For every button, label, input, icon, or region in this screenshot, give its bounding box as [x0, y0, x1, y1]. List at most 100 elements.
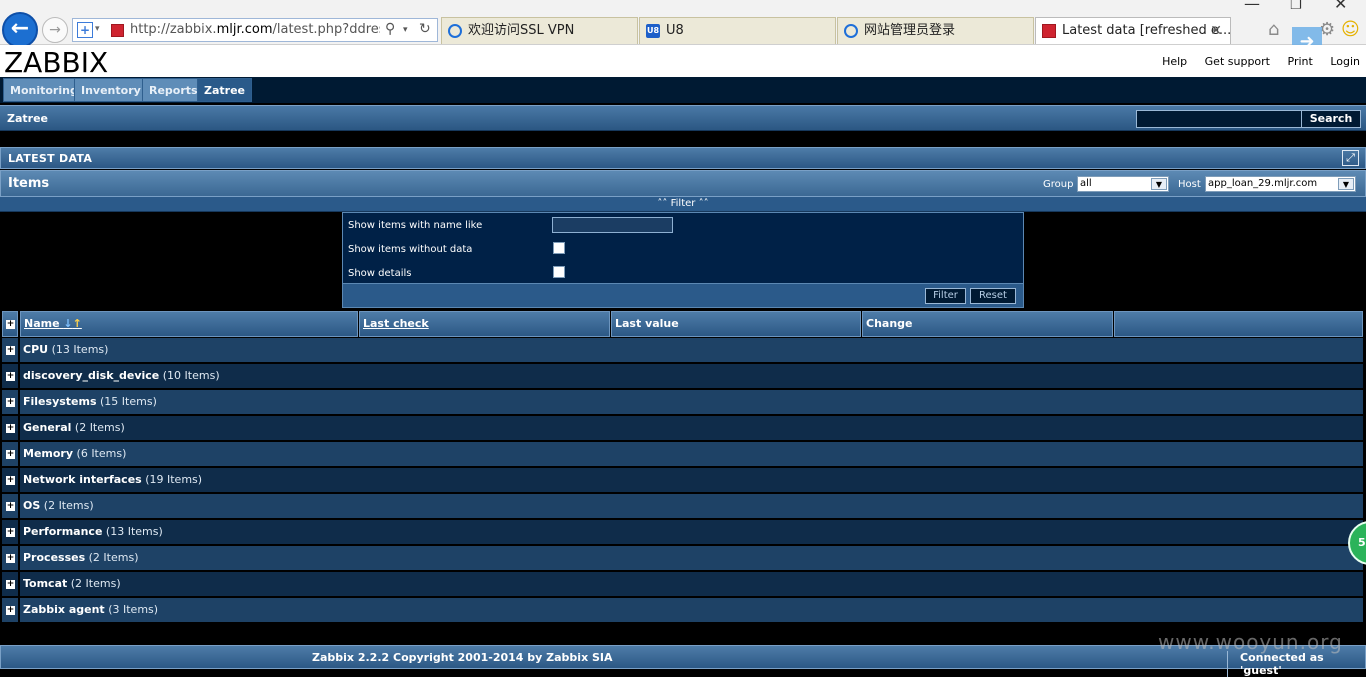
row-expand-cell[interactable]: + — [2, 338, 18, 362]
login-link[interactable]: Login — [1330, 55, 1360, 68]
column-name[interactable]: Name ↓↑ — [20, 311, 358, 337]
filter-toggle-label: Filter — [670, 198, 696, 209]
group-select[interactable]: all ▼ — [1077, 176, 1169, 192]
reset-button[interactable]: Reset — [970, 288, 1016, 304]
table-row: + CPU (13 Items) — [0, 338, 1366, 362]
sort-asc-icon: ↓↑ — [63, 317, 82, 330]
forward-arrow-icon[interactable]: → — [42, 17, 68, 43]
row-name-cell: Filesystems (15 Items) — [20, 390, 1363, 414]
minimize-icon[interactable]: — — [1244, 0, 1260, 13]
home-icon[interactable]: ⌂ — [1268, 19, 1279, 40]
chevron-down-icon[interactable]: ▼ — [1151, 178, 1167, 190]
zabbix-logo[interactable]: ZABBIX — [4, 46, 108, 79]
plus-icon[interactable]: + — [6, 450, 15, 459]
chevron-down-icon[interactable]: ▾ — [95, 24, 100, 34]
ie-icon — [448, 24, 462, 38]
row-expand-cell[interactable]: + — [2, 520, 18, 544]
tab-latest-data[interactable]: Latest data [refreshed e... ✕ — [1035, 17, 1231, 44]
app-name: Filesystems — [23, 395, 97, 408]
u8-icon: U8 — [646, 24, 660, 38]
filter-button[interactable]: Filter — [925, 288, 966, 304]
filter-toggle[interactable]: ˄˄ Filter ˄˄ — [0, 197, 1366, 212]
help-link[interactable]: Help — [1162, 55, 1187, 68]
row-name-cell: OS (2 Items) — [20, 494, 1363, 518]
search-icon[interactable]: ⚲ — [385, 21, 395, 37]
app-name: Memory — [23, 447, 74, 460]
menu-zatree[interactable]: Zatree — [197, 78, 253, 102]
plus-icon[interactable]: + — [6, 320, 15, 329]
submenu-zatree[interactable]: Zatree — [7, 112, 48, 125]
tab-label: U8 — [666, 23, 684, 38]
app-name: Network interfaces — [23, 473, 142, 486]
tab-u8[interactable]: U8 U8 — [639, 17, 836, 44]
row-expand-cell[interactable]: + — [2, 494, 18, 518]
row-expand-cell[interactable]: + — [2, 598, 18, 622]
menu-inventory[interactable]: Inventory — [74, 78, 148, 102]
row-expand-cell[interactable]: + — [2, 572, 18, 596]
back-arrow-icon[interactable]: ← — [2, 12, 38, 48]
shield-icon[interactable]: + — [77, 22, 93, 38]
address-bar[interactable]: + ▾ http://zabbix.mljr.com/latest.php?dd… — [72, 18, 438, 42]
latest-data-header: LATEST DATA ⤢ — [0, 147, 1366, 169]
plus-icon[interactable]: + — [6, 528, 15, 537]
show-details-checkbox[interactable] — [553, 266, 565, 278]
row-expand-cell[interactable]: + — [2, 442, 18, 466]
print-link[interactable]: Print — [1288, 55, 1313, 68]
app-name: Zabbix agent — [23, 603, 105, 616]
app-name: CPU — [23, 343, 49, 356]
menu-reports[interactable]: Reports — [142, 78, 205, 102]
row-name-cell: discovery_disk_device (10 Items) — [20, 364, 1363, 388]
filter-details-label: Show details — [348, 268, 412, 279]
fullscreen-icon[interactable]: ⤢ — [1342, 150, 1359, 166]
maximize-icon[interactable]: ❐ — [1290, 0, 1302, 13]
main-menu: Monitoring Inventory Reports Zatree — [0, 77, 1366, 103]
item-count: (2 Items) — [74, 421, 125, 434]
search-input[interactable] — [1136, 110, 1302, 128]
filter-form: Show items with name like Show items wit… — [342, 212, 1024, 308]
plus-icon[interactable]: + — [6, 346, 15, 355]
column-last-check[interactable]: Last check — [359, 311, 610, 337]
plus-icon[interactable]: + — [6, 580, 15, 589]
search-button[interactable]: Search — [1301, 110, 1361, 128]
table-row: + OS (2 Items) — [0, 494, 1366, 518]
close-icon[interactable]: ✕ — [1210, 18, 1222, 44]
row-name-cell: CPU (13 Items) — [20, 338, 1363, 362]
app-name: discovery_disk_device — [23, 369, 160, 382]
table-row: + Zabbix agent (3 Items) — [0, 598, 1366, 622]
menu-monitoring[interactable]: Monitoring — [3, 78, 85, 102]
plus-icon[interactable]: + — [6, 554, 15, 563]
row-name-cell: Processes (2 Items) — [20, 546, 1363, 570]
row-expand-cell[interactable]: + — [2, 364, 18, 388]
row-expand-cell[interactable]: + — [2, 468, 18, 492]
filter-name-label: Show items with name like — [348, 220, 483, 231]
plus-icon[interactable]: + — [6, 502, 15, 511]
plus-icon[interactable]: + — [6, 424, 15, 433]
row-expand-cell[interactable]: + — [2, 390, 18, 414]
smiley-icon[interactable]: ☺ — [1341, 19, 1360, 40]
item-count: (15 Items) — [100, 395, 157, 408]
connected-as-text: Connected as 'guest' — [1227, 651, 1365, 677]
row-expand-cell[interactable]: + — [2, 416, 18, 440]
page-title: LATEST DATA — [8, 152, 93, 165]
tab-ssl-vpn[interactable]: 欢迎访问SSL VPN — [441, 17, 638, 44]
item-name-input[interactable] — [552, 217, 673, 233]
refresh-icon[interactable]: ↻ — [419, 21, 431, 37]
without-data-checkbox[interactable] — [553, 242, 565, 254]
host-select[interactable]: app_loan_29.mljr.com ▼ — [1205, 176, 1356, 192]
row-name-cell: Performance (13 Items) — [20, 520, 1363, 544]
row-expand-cell[interactable]: + — [2, 546, 18, 570]
address-url[interactable]: http://zabbix.mljr.com/latest.php?ddrese… — [130, 22, 380, 37]
chevron-down-icon[interactable]: ▼ — [1338, 178, 1354, 190]
plus-icon[interactable]: + — [6, 606, 15, 615]
app-name: OS — [23, 499, 41, 512]
plus-icon[interactable]: + — [6, 372, 15, 381]
item-count: (2 Items) — [70, 577, 121, 590]
expand-all-cell[interactable]: + — [2, 311, 18, 337]
tab-admin-login[interactable]: 网站管理员登录 — [837, 17, 1034, 44]
plus-icon[interactable]: + — [6, 476, 15, 485]
window-close-icon[interactable]: ✕ — [1334, 0, 1347, 13]
plus-icon[interactable]: + — [6, 398, 15, 407]
get-support-link[interactable]: Get support — [1205, 55, 1270, 68]
row-name-cell: Tomcat (2 Items) — [20, 572, 1363, 596]
chevron-down-icon[interactable]: ▾ — [403, 25, 408, 35]
